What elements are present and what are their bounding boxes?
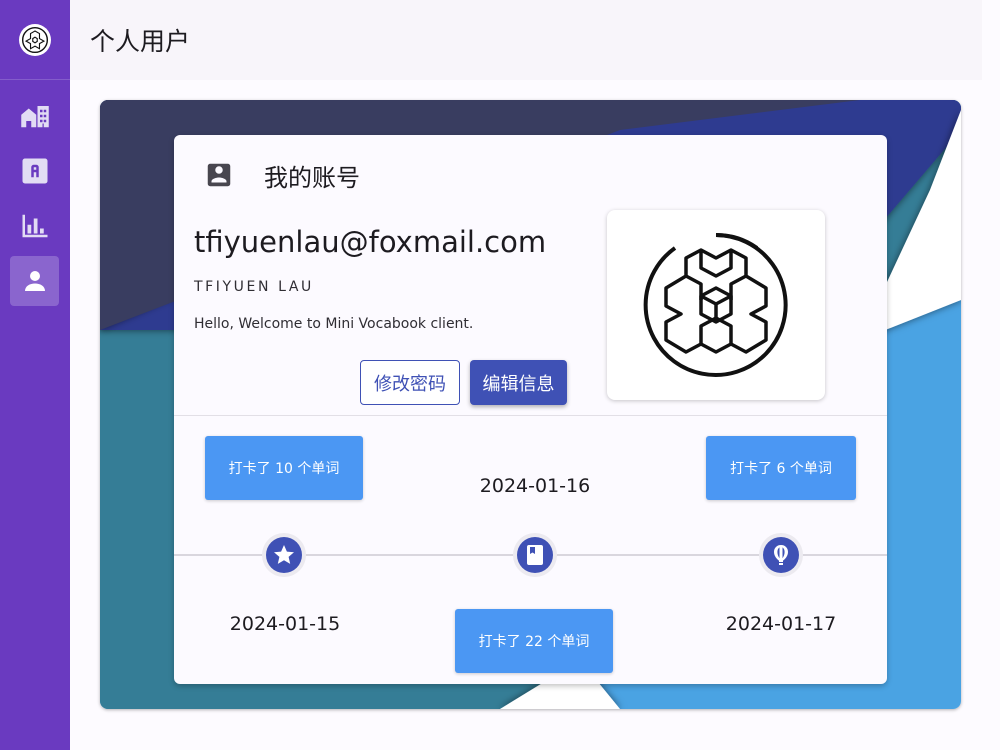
bar-chart-icon — [22, 214, 47, 238]
star-icon — [274, 545, 294, 564]
avatar — [607, 210, 825, 400]
scrollbar[interactable] — [982, 0, 1000, 750]
edit-info-button[interactable]: 编辑信息 — [470, 360, 567, 405]
logo-area — [0, 0, 70, 80]
app-logo[interactable] — [19, 23, 51, 56]
section-title: 我的账号 — [264, 163, 360, 192]
timeline-dot — [262, 533, 306, 577]
sidebar-item-stats[interactable] — [10, 201, 59, 251]
page-header: 个人用户 — [70, 0, 982, 80]
card-header: 我的账号 — [204, 157, 360, 193]
timeline-dot — [759, 533, 803, 577]
book-icon — [527, 545, 543, 565]
balloon-icon — [774, 545, 788, 565]
avatar-logo-icon — [643, 232, 788, 377]
account-card: 我的账号 tfiyuenlau@foxmail.com TFIYUEN LAU … — [174, 135, 887, 684]
timeline-dot — [513, 533, 557, 577]
sidebar-item-home[interactable] — [10, 91, 59, 141]
timeline-date: 2024-01-16 — [479, 475, 591, 497]
timeline-date: 2024-01-17 — [725, 613, 837, 635]
divider — [174, 415, 887, 416]
buildings-icon — [20, 106, 49, 128]
sidebar — [0, 0, 70, 750]
user-name: TFIYUEN LAU — [194, 279, 314, 295]
sidebar-item-vocab[interactable] — [10, 146, 59, 196]
user-email: tfiyuenlau@foxmail.com — [194, 225, 547, 259]
change-password-button[interactable]: 修改密码 — [360, 360, 460, 405]
welcome-text: Hello, Welcome to Mini Vocabook client. — [194, 316, 474, 332]
checkin-card: 打卡了 10 个单词 — [205, 436, 363, 500]
letter-a-icon — [22, 158, 47, 184]
checkin-card: 打卡了 6 个单词 — [706, 436, 856, 500]
sidebar-item-user[interactable] — [10, 256, 59, 306]
account-box-icon — [207, 163, 231, 187]
timeline-date: 2024-01-15 — [229, 613, 341, 635]
person-icon — [24, 271, 45, 291]
page-title: 个人用户 — [90, 27, 191, 56]
checkin-card: 打卡了 22 个单词 — [455, 609, 613, 673]
